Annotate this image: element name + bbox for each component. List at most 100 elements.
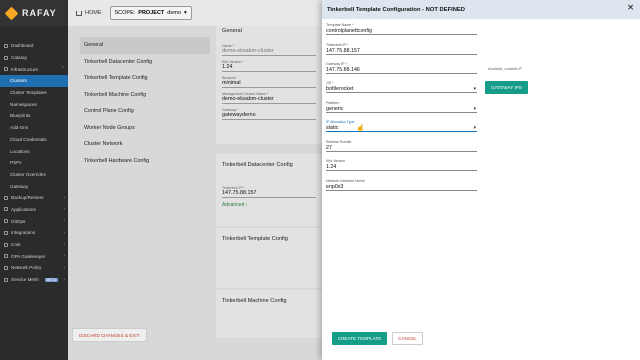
general-card: General Name * demo-eksabm-cluster K8s V… [216,26,322,144]
service-mesh-icon [4,277,8,282]
sidebar-item-gitops[interactable]: GitOps › [0,215,68,227]
discard-changes-button[interactable]: DISCARD CHANGES & EXIT [72,328,147,342]
sidebar-item-namespaces[interactable]: Namespaces [0,98,68,110]
config-nav-template[interactable]: Tinkerbell Template Config [80,70,210,87]
chevron-right-icon: › [63,264,65,271]
home-icon [76,10,82,16]
sidebar-item-cloud-credentials[interactable]: Cloud Credentials [0,134,68,146]
chevron-down-icon: ▾ [184,10,187,16]
tinkerbell-ip-field-group: Tinkerbell IP * 147.75.88.157 [326,43,477,55]
infrastructure-icon [4,67,8,72]
config-nav-general[interactable]: General [80,37,210,54]
close-icon[interactable]: ✕ [627,4,634,12]
dropdown-arrow-icon: ▾ [473,106,476,112]
sidebar-item-infrastructure[interactable]: Infrastructure ⌃ [0,63,68,75]
config-nav-worker-groups[interactable]: Worker Node Groups [80,120,210,137]
datacenter-tinkerbell-ip-field[interactable]: 147.75.88.157 [222,190,316,198]
chevron-up-icon: ⌃ [60,66,65,73]
sidebar-item-cost[interactable]: Cost › [0,239,68,251]
tinkerbell-ip-input[interactable]: 147.75.88.157 [326,47,477,55]
general-section-title: General [222,28,242,34]
sidebar-item-psps[interactable]: PSPs [0,157,68,169]
sidebar-item-cluster-overrides[interactable]: Cluster Overrides [0,169,68,181]
top-bar: HOME SCOPE: PROJECT demo ▾ [68,0,322,26]
config-nav-datacenter[interactable]: Tinkerbell Datacenter Config [80,54,210,71]
brand-name: RAFAY [22,8,57,18]
os-field-group: OS * bottlerocket ▾ [326,81,477,93]
template-name-input[interactable]: controlplanettconfig [326,27,477,35]
sidebar-nav: Dashboard Catalog Infrastructure ⌃ Cluste… [0,26,68,285]
template-section-title: Tinkerbell Template Config [222,236,288,242]
scope-selector[interactable]: SCOPE: PROJECT demo ▾ [109,6,192,20]
gateway-ip-field-group: Gateway IP * 147.75.88.146 [326,62,477,74]
gateway-field[interactable]: gatewaydemo [222,112,316,120]
datacenter-card: Tinkerbell Datacenter Config Tinkerbell … [216,154,322,226]
dropdown-arrow-icon: ▾ [473,86,476,92]
platform-field-group: Platform generic ▾ [326,101,477,113]
catalog-icon [4,55,8,60]
chevron-right-icon: › [63,206,65,213]
available-ips-label: Available_routable IP [488,67,522,71]
gitops-icon [4,219,8,224]
chevron-right-icon: › [63,253,65,260]
cluster-name-field[interactable]: demo-eksabm-cluster [222,48,316,56]
config-nav-machine[interactable]: Tinkerbell Machine Config [80,87,210,104]
integrations-icon [4,230,8,235]
sidebar-item-locations[interactable]: Locations [0,145,68,157]
advanced-link[interactable]: Advanced › [222,202,316,208]
backup-icon [4,195,8,200]
k8s-version-field-group: K8s Version 1.24 [326,159,477,171]
sidebar-item-cluster-templates[interactable]: Cluster Templates [0,87,68,99]
rafay-logo-icon [4,6,19,20]
home-link[interactable]: HOME [76,10,102,16]
sidebar-item-service-mesh[interactable]: Service Mesh BETA › [0,274,68,286]
opa-icon [4,254,8,259]
sidebar-item-dashboard[interactable]: Dashboard [0,40,68,52]
machine-section-title: Tinkerbell Machine Config [222,298,287,304]
datacenter-section-title: Tinkerbell Datacenter Config [222,162,293,168]
sidebar-item-integrations[interactable]: Integrations › [0,227,68,239]
sidebar-item-addons[interactable]: Add-Ons [0,122,68,134]
platform-select[interactable]: generic ▾ [326,105,477,113]
template-config-panel: Tinkerbell Template Configuration - NOT … [322,0,640,360]
sidebar-item-backup-restore[interactable]: Backup/Restore › [0,192,68,204]
config-nav-control-plane[interactable]: Control Plane Config [80,103,210,120]
release-bundle-input[interactable]: 27 [326,144,477,152]
k8s-version-input[interactable]: 1.24 [326,163,477,171]
network-policy-icon [4,265,8,270]
panel-title: Tinkerbell Template Configuration - NOT … [327,6,465,13]
sidebar-item-gateway[interactable]: Gateway [0,180,68,192]
sidebar: RAFAY Dashboard Catalog Infrastructure ⌃ … [0,0,68,360]
config-nav-hardware[interactable]: Tinkerbell Hardware Config [80,153,210,170]
beta-badge: BETA [44,277,58,282]
blueprint-field[interactable]: minimal [222,80,316,88]
rafay-logo[interactable]: RAFAY [0,0,68,26]
chevron-right-icon: › [63,276,65,283]
config-nav-cluster-network[interactable]: Cluster Network [80,136,210,153]
machine-card: Tinkerbell Machine Config [216,290,322,338]
chevron-right-icon: › [63,229,65,236]
gateway-ip-input[interactable]: 147.75.88.146 [326,66,477,74]
os-select[interactable]: bottlerocket ▾ [326,85,477,93]
cancel-button[interactable]: CANCEL [392,332,423,345]
release-bundle-field-group: Release Bundle 27 [326,140,477,152]
ip-allocation-field-group: IP Allocation Type static ☝ ▾ [326,120,477,132]
sidebar-item-catalog[interactable]: Catalog [0,52,68,64]
sidebar-item-blueprints[interactable]: Blueprints [0,110,68,122]
dropdown-arrow-icon: ▾ [473,125,476,131]
network-interface-input[interactable]: enp0s3 [326,183,477,191]
sidebar-item-applications[interactable]: Applications › [0,204,68,216]
management-cluster-field[interactable]: demo-eksabm-cluster [222,96,316,104]
applications-icon [4,207,8,212]
sidebar-item-opa-gatekeeper[interactable]: OPA Gatekeeper › [0,250,68,262]
chevron-right-icon: › [63,218,65,225]
gateway-ips-button[interactable]: GATEWAY IPS [485,81,528,94]
dashboard-icon [4,43,8,48]
ip-allocation-select[interactable]: static ☝ ▾ [326,124,477,132]
k8s-version-field[interactable]: 1.24 [222,64,316,72]
template-name-field-group: Template Name * controlplanettconfig [326,23,477,35]
create-template-button[interactable]: CREATE TEMPLATE [332,332,387,345]
sidebar-item-clusters[interactable]: Clusters [0,75,68,87]
sidebar-item-network-policy[interactable]: Network Policy › [0,262,68,274]
template-card: Tinkerbell Template Config [216,228,322,288]
